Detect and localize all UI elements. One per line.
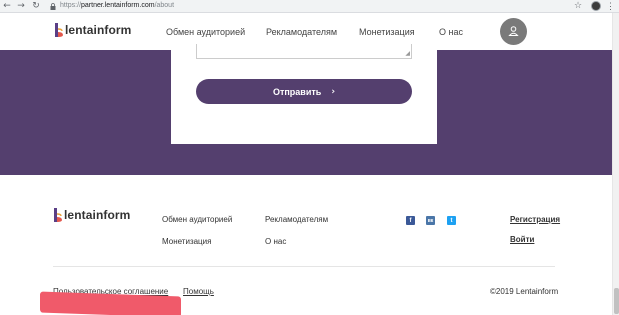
- footer-logo[interactable]: lentainform: [54, 208, 130, 222]
- user-icon: [508, 26, 519, 36]
- bookmark-star-icon[interactable]: ☆: [574, 0, 582, 12]
- footer-divider: [53, 266, 555, 267]
- lock-icon: [50, 3, 56, 10]
- redaction-mark: [40, 291, 181, 315]
- url-path: /about: [154, 2, 175, 9]
- url-host: partner.lentainform.com: [81, 2, 155, 9]
- facebook-icon[interactable]: f: [406, 216, 415, 225]
- logo-mark-icon: [55, 23, 63, 37]
- page-scrollbar[interactable]: [612, 13, 619, 315]
- login-link[interactable]: Войти: [510, 235, 534, 245]
- register-link[interactable]: Регистрация: [510, 215, 560, 225]
- back-arrow-icon[interactable]: ←: [2, 1, 12, 11]
- address-bar[interactable]: https://partner.lentainform.com/about: [60, 1, 174, 11]
- url-scheme: https://: [60, 2, 82, 9]
- footer-logo-text: lentainform: [64, 208, 131, 222]
- twitter-icon[interactable]: t: [447, 216, 456, 225]
- scrollbar-thumb[interactable]: [614, 288, 619, 314]
- message-textarea[interactable]: ◢: [196, 44, 412, 59]
- chevron-right-icon: ›: [331, 86, 336, 97]
- footer-link-advertisers[interactable]: Рекламодателям: [265, 215, 328, 225]
- contact-section: ◢ Отправить ›: [0, 44, 612, 175]
- copyright: ©2019 Lentainform: [490, 287, 559, 296]
- help-link[interactable]: Помощь: [183, 287, 214, 297]
- nav-about[interactable]: О нас: [439, 26, 463, 38]
- nav-advertisers[interactable]: Рекламодателям: [266, 26, 337, 38]
- header-logo[interactable]: lentainform: [55, 23, 131, 37]
- reload-icon[interactable]: ↻: [31, 1, 41, 11]
- vk-icon[interactable]: вк: [426, 216, 435, 225]
- browser-toolbar: ← → ↻ https://partner.lentainform.com/ab…: [0, 0, 619, 13]
- logo-text: lentainform: [65, 23, 132, 37]
- logo-mark-icon: [54, 208, 62, 222]
- forward-arrow-icon[interactable]: →: [16, 1, 26, 11]
- footer-link-monetization[interactable]: Монетизация: [162, 237, 211, 247]
- nav-monetization[interactable]: Монетизация: [359, 26, 415, 38]
- user-avatar-button[interactable]: [500, 18, 527, 45]
- resize-handle-icon[interactable]: ◢: [405, 51, 410, 57]
- footer-link-about[interactable]: О нас: [265, 237, 286, 247]
- browser-profile-icon[interactable]: [591, 1, 601, 11]
- footer-link-exchange[interactable]: Обмен аудиторией: [162, 215, 232, 225]
- nav-exchange[interactable]: Обмен аудиторией: [166, 26, 245, 38]
- browser-menu-icon[interactable]: ⋮: [606, 0, 615, 12]
- contact-form-card: ◢ Отправить ›: [171, 44, 437, 144]
- submit-button[interactable]: Отправить ›: [196, 79, 412, 104]
- submit-label: Отправить: [272, 86, 322, 97]
